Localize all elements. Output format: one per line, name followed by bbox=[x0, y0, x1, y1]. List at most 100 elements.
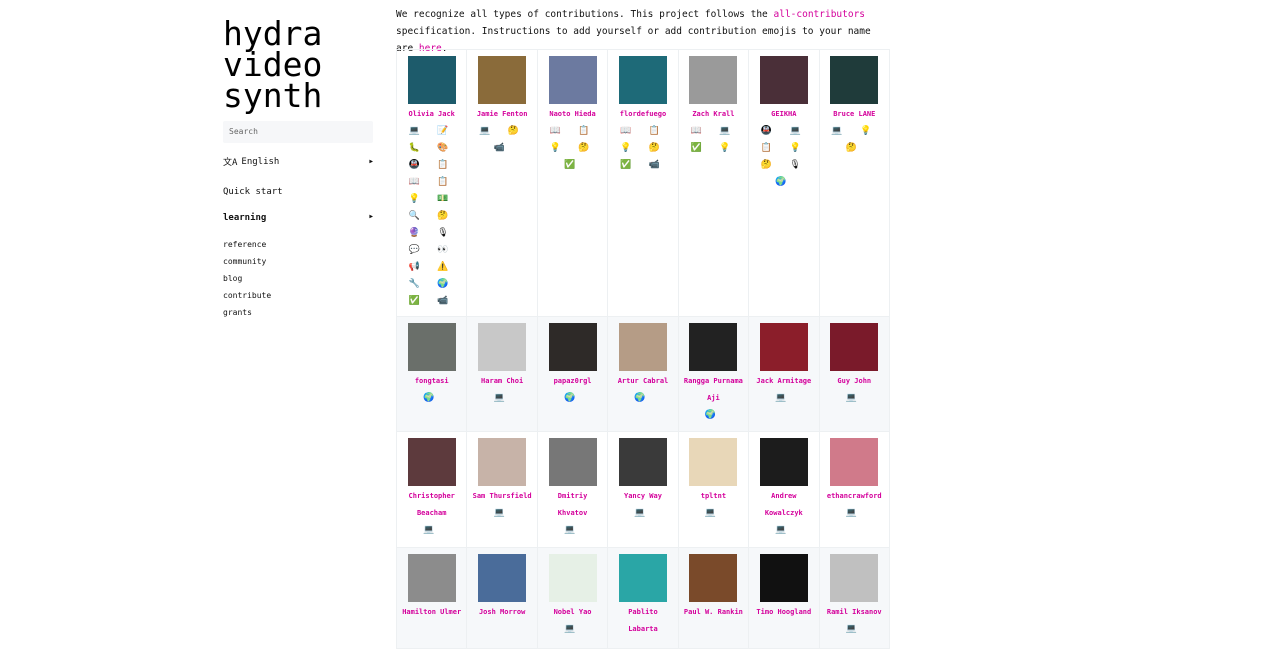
avatar[interactable] bbox=[689, 554, 738, 602]
contribution-emoji-line[interactable]: 💻 bbox=[608, 505, 677, 522]
contributor-name-link[interactable]: Paul W. Rankin bbox=[679, 604, 748, 621]
avatar[interactable] bbox=[618, 323, 667, 371]
avatar[interactable] bbox=[478, 56, 527, 104]
avatar[interactable] bbox=[689, 56, 738, 104]
contributor-name-link[interactable]: Yancy Way bbox=[608, 488, 677, 505]
contributor-name-link[interactable]: Jack Armitage bbox=[749, 373, 818, 390]
contribution-emoji-line[interactable]: 📖 💻 bbox=[679, 123, 748, 140]
contributor-name-link[interactable]: Hamilton Ulmer bbox=[397, 604, 466, 621]
avatar[interactable] bbox=[759, 554, 808, 602]
contribution-emoji-line[interactable]: 🔮 🎙 bbox=[397, 225, 466, 242]
contributor-name-link[interactable]: Christopher Beacham bbox=[397, 488, 466, 522]
contributor-name-link[interactable]: Sam Thursfield bbox=[467, 488, 536, 505]
contribution-emoji-line[interactable]: 💻 bbox=[820, 505, 889, 522]
contributor-name-link[interactable]: papaz0rgl bbox=[538, 373, 607, 390]
contributor-name-link[interactable]: fongtasi bbox=[397, 373, 466, 390]
contribution-emoji-line[interactable]: 🚇 💻 bbox=[749, 123, 818, 140]
contribution-emoji-line[interactable]: ✅ 📹 bbox=[608, 157, 677, 174]
avatar[interactable] bbox=[407, 438, 456, 486]
contribution-emoji-line[interactable]: 💻 bbox=[467, 390, 536, 407]
avatar[interactable] bbox=[830, 554, 879, 602]
contribution-emoji-line[interactable]: 💡 🤔 bbox=[608, 140, 677, 157]
contributor-name-link[interactable]: Josh Morrow bbox=[467, 604, 536, 621]
avatar[interactable] bbox=[689, 438, 738, 486]
contribution-emoji-line[interactable]: 💻 bbox=[820, 621, 889, 638]
contribution-emoji-line[interactable]: ✅ bbox=[538, 157, 607, 174]
avatar[interactable] bbox=[759, 323, 808, 371]
contribution-emoji-line[interactable]: 💻 bbox=[538, 621, 607, 638]
contribution-emoji-line[interactable]: 🚇 📋 bbox=[397, 157, 466, 174]
contribution-emoji-line[interactable]: 📖 📋 bbox=[538, 123, 607, 140]
contribution-emoji-line[interactable]: 💻 bbox=[538, 522, 607, 539]
avatar[interactable] bbox=[548, 323, 597, 371]
contribution-emoji-line[interactable]: 🌍 bbox=[679, 407, 748, 424]
contributor-name-link[interactable]: Dmitriy Khvatov bbox=[538, 488, 607, 522]
avatar[interactable] bbox=[618, 438, 667, 486]
contributor-name-link[interactable]: tpltnt bbox=[679, 488, 748, 505]
contribution-emoji-line[interactable]: 💡 💵 bbox=[397, 191, 466, 208]
contribution-emoji-line[interactable]: 💻 bbox=[749, 390, 818, 407]
contributor-name-link[interactable]: Guy John bbox=[820, 373, 889, 390]
all-contributors-link[interactable]: all-contributors bbox=[774, 9, 866, 20]
contribution-emoji-line[interactable]: 💡 🤔 bbox=[538, 140, 607, 157]
contributor-name-link[interactable]: ethancrawford bbox=[820, 488, 889, 505]
contribution-emoji-line[interactable]: 📖 📋 bbox=[397, 174, 466, 191]
nav-blog[interactable]: blog bbox=[223, 274, 375, 291]
avatar[interactable] bbox=[618, 56, 667, 104]
contribution-emoji-line[interactable]: 💻 bbox=[397, 522, 466, 539]
avatar[interactable] bbox=[830, 323, 879, 371]
avatar[interactable] bbox=[830, 56, 879, 104]
contribution-emoji-line[interactable]: 📋 💡 bbox=[749, 140, 818, 157]
nav-grants[interactable]: grants bbox=[223, 308, 375, 325]
contribution-emoji-line[interactable]: 💻 💡 🤔 bbox=[820, 123, 889, 157]
avatar[interactable] bbox=[830, 438, 879, 486]
avatar[interactable] bbox=[548, 56, 597, 104]
contribution-emoji-line[interactable]: 📢 ⚠️ bbox=[397, 259, 466, 276]
contributor-name-link[interactable]: Zach Krall bbox=[679, 106, 748, 123]
contribution-emoji-line[interactable]: 🐛 🎨 bbox=[397, 140, 466, 157]
contributor-name-link[interactable]: Timo Hoogland bbox=[749, 604, 818, 621]
contribution-emoji-line[interactable]: 💻 bbox=[679, 505, 748, 522]
contribution-emoji-line[interactable]: 📹 bbox=[467, 140, 536, 157]
search-input[interactable]: Search bbox=[223, 121, 373, 143]
contributor-name-link[interactable]: Jamie Fenton bbox=[467, 106, 536, 123]
contributor-name-link[interactable]: Olivia Jack bbox=[397, 106, 466, 123]
contribution-emoji-line[interactable]: 🌍 bbox=[397, 390, 466, 407]
contributor-name-link[interactable]: Ramil Iksanov bbox=[820, 604, 889, 621]
contribution-emoji-line[interactable]: 🌍 bbox=[608, 390, 677, 407]
nav-community[interactable]: community bbox=[223, 257, 375, 274]
avatar[interactable] bbox=[407, 323, 456, 371]
contribution-emoji-line[interactable]: 💻 🤔 bbox=[467, 123, 536, 140]
contributor-name-link[interactable]: Nobel Yao bbox=[538, 604, 607, 621]
avatar[interactable] bbox=[548, 438, 597, 486]
contribution-emoji-line[interactable]: 💻 bbox=[467, 505, 536, 522]
contributor-name-link[interactable]: Haram Choi bbox=[467, 373, 536, 390]
language-selector[interactable]: 文A English ▶ bbox=[223, 155, 373, 169]
avatar[interactable] bbox=[548, 554, 597, 602]
contribution-emoji-line[interactable]: ✅ 💡 bbox=[679, 140, 748, 157]
contribution-emoji-line[interactable]: 🌍 bbox=[538, 390, 607, 407]
contribution-emoji-line[interactable]: 💻 📝 bbox=[397, 123, 466, 140]
contributor-name-link[interactable]: Pablito Labarta bbox=[608, 604, 677, 638]
avatar[interactable] bbox=[759, 56, 808, 104]
contribution-emoji-line[interactable]: 💻 bbox=[820, 390, 889, 407]
contributor-name-link[interactable]: Naoto Hieda bbox=[538, 106, 607, 123]
contributor-name-link[interactable]: Bruce LANE bbox=[820, 106, 889, 123]
avatar[interactable] bbox=[478, 554, 527, 602]
avatar[interactable] bbox=[407, 56, 456, 104]
contribution-emoji-line[interactable]: 🌍 bbox=[749, 174, 818, 191]
avatar[interactable] bbox=[618, 554, 667, 602]
nav-reference[interactable]: reference bbox=[223, 240, 375, 257]
contribution-emoji-line[interactable]: 📖 📋 bbox=[608, 123, 677, 140]
nav-learning[interactable]: learning ▶ bbox=[223, 213, 373, 223]
contribution-emoji-line[interactable]: 💻 bbox=[749, 522, 818, 539]
contributor-name-link[interactable]: Artur Cabral bbox=[608, 373, 677, 390]
avatar[interactable] bbox=[689, 323, 738, 371]
contributor-name-link[interactable]: Andrew Kowalczyk bbox=[749, 488, 818, 522]
nav-quick-start[interactable]: Quick start bbox=[223, 187, 375, 197]
site-logo[interactable]: hydra video synth bbox=[223, 17, 375, 112]
avatar[interactable] bbox=[478, 323, 527, 371]
contributor-name-link[interactable]: flordefuego bbox=[608, 106, 677, 123]
contributor-name-link[interactable]: Rangga Purnama Aji bbox=[679, 373, 748, 407]
contribution-emoji-line[interactable]: 💬 👀 bbox=[397, 242, 466, 259]
